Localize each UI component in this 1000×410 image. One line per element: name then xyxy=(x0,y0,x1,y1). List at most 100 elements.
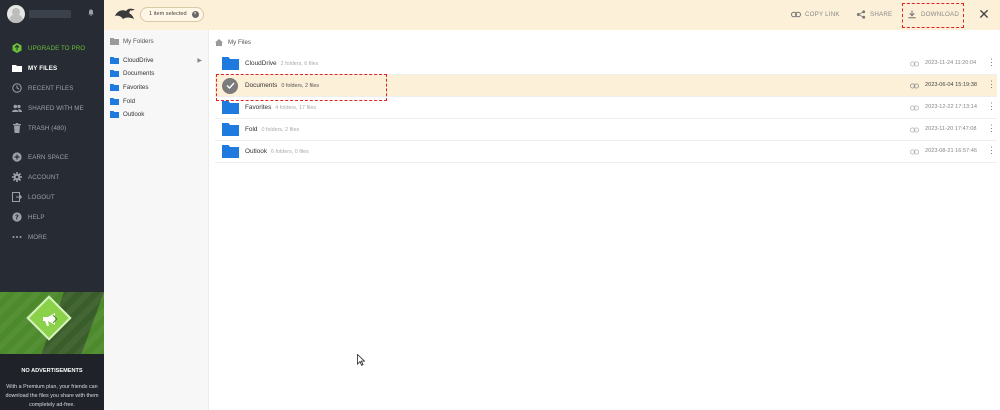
file-meta: 0 folders, 2 files xyxy=(281,82,320,89)
link-icon[interactable] xyxy=(910,83,919,89)
download-button[interactable]: DOWNLOAD xyxy=(907,10,959,19)
file-date: 2023-11-20 17:47:08 xyxy=(925,126,977,132)
file-name: Documents xyxy=(245,82,278,89)
copy-link-button[interactable]: COPY LINK xyxy=(791,10,840,19)
file-row[interactable]: Favorites 4 folders, 17 files 2023-12-22… xyxy=(215,97,997,119)
folder-icon xyxy=(110,57,119,64)
tree-root-my-folders[interactable]: My Folders xyxy=(110,38,154,45)
breadcrumb-label[interactable]: My Files xyxy=(228,39,251,46)
nav-upgrade-to-pro[interactable]: UPGRADE TO PRO xyxy=(0,38,104,58)
help-icon: ? xyxy=(12,212,22,222)
breadcrumb: My Files xyxy=(215,39,251,46)
link-icon[interactable] xyxy=(910,105,919,111)
home-icon[interactable] xyxy=(215,39,223,46)
tree-item-label: Favorites xyxy=(123,84,149,91)
sidebar: UPGRADE TO PRO MY FILES RECENT FILES SHA… xyxy=(0,0,104,410)
nav-label: MORE xyxy=(28,233,47,241)
file-list-panel: My Files CloudDrive 2 folders, 6 files 2… xyxy=(210,30,1000,410)
bell-icon[interactable] xyxy=(88,9,94,16)
tree-item-clouddrive[interactable]: CloudDrive ▶ xyxy=(110,57,206,64)
file-date: 2023-11-24 11:20:04 xyxy=(925,60,977,66)
mouse-cursor-icon xyxy=(357,354,365,366)
tree-item-outlook[interactable]: Outlook xyxy=(110,111,206,118)
nav-label: MY FILES xyxy=(28,64,58,72)
nav-shared-with-me[interactable]: SHARED WITH ME xyxy=(0,98,104,118)
folder-icon xyxy=(110,111,119,118)
file-rows: CloudDrive 2 folders, 6 files 2023-11-24… xyxy=(215,53,997,163)
more-options-icon[interactable]: ⋮ xyxy=(987,146,996,155)
promo-panel[interactable]: NO ADVERTISEMENTS With a Premium plan, y… xyxy=(0,292,104,410)
file-date: 2023-12-22 17:13:14 xyxy=(925,104,977,110)
folder-icon xyxy=(222,145,239,158)
file-date: 2023-08-21 16:57:46 xyxy=(925,148,977,154)
more-options-icon[interactable]: ⋮ xyxy=(987,102,996,111)
nav-label: ACCOUNT xyxy=(28,173,60,181)
file-name: Favorites xyxy=(245,104,272,111)
tree-item-documents[interactable]: Documents xyxy=(110,70,206,77)
more-options-icon[interactable]: ⋮ xyxy=(987,80,996,89)
nav-recent-files[interactable]: RECENT FILES xyxy=(0,78,104,98)
file-name: Outlook xyxy=(245,148,268,155)
nav-earn-space[interactable]: EARN SPACE xyxy=(0,147,104,167)
nav-logout[interactable]: LOGOUT xyxy=(0,187,104,207)
more-options-icon[interactable]: ⋮ xyxy=(987,124,996,133)
folder-icon xyxy=(12,63,22,73)
file-name: CloudDrive xyxy=(245,60,277,67)
folder-icon xyxy=(222,123,239,136)
file-row-selected[interactable]: Documents 0 folders, 2 files 2023-06-04 … xyxy=(215,75,997,97)
user-name-redacted xyxy=(29,10,71,18)
svg-text:?: ? xyxy=(15,213,19,221)
file-row[interactable]: Outlook 6 folders, 0 files 2023-08-21 16… xyxy=(215,141,997,163)
avatar[interactable] xyxy=(7,5,25,23)
more-options-icon[interactable]: ⋮ xyxy=(987,58,996,67)
file-row[interactable]: CloudDrive 2 folders, 6 files 2023-11-24… xyxy=(215,53,997,75)
file-row[interactable]: Fold 0 folders, 2 files 2023-11-20 17:47… xyxy=(215,119,997,141)
folder-icon xyxy=(110,70,119,77)
clock-icon xyxy=(12,83,22,93)
nav-account[interactable]: ACCOUNT xyxy=(0,167,104,187)
gear-icon xyxy=(12,172,22,182)
link-icon[interactable] xyxy=(910,127,919,133)
checkmark-icon[interactable] xyxy=(222,77,238,94)
download-icon xyxy=(908,10,916,19)
clear-selection-icon[interactable]: × xyxy=(191,11,199,18)
nav-help[interactable]: ? HELP xyxy=(0,207,104,227)
folder-icon xyxy=(110,84,119,91)
tree-item-label: Fold xyxy=(123,98,136,105)
nav-my-files[interactable]: MY FILES xyxy=(0,58,104,78)
share-button[interactable]: SHARE xyxy=(856,10,892,19)
folder-icon xyxy=(222,57,239,70)
selection-count-label: 1 item selected xyxy=(149,11,187,17)
file-meta: 2 folders, 6 files xyxy=(280,60,319,67)
nav-label: TRASH (480) xyxy=(28,124,67,132)
tree-item-label: Documents xyxy=(123,70,155,77)
selection-count-pill[interactable]: 1 item selected × xyxy=(140,7,204,22)
tree-item-favorites[interactable]: Favorites xyxy=(110,84,206,91)
copy-link-label: COPY LINK xyxy=(805,11,840,18)
tree-item-fold[interactable]: Fold xyxy=(110,98,206,105)
more-icon xyxy=(12,232,22,242)
nav-label: HELP xyxy=(28,213,45,221)
file-meta: 0 folders, 2 files xyxy=(261,126,300,133)
close-icon[interactable]: ✕ xyxy=(977,7,991,21)
users-icon xyxy=(12,103,22,113)
link-icon[interactable] xyxy=(910,149,919,155)
file-meta: 6 folders, 0 files xyxy=(271,148,309,155)
promo-title: NO ADVERTISEMENTS xyxy=(21,368,83,374)
logo-icon[interactable] xyxy=(114,7,136,21)
folder-gray-icon xyxy=(110,38,119,45)
tree-root-label: My Folders xyxy=(123,38,154,45)
nav-label: LOGOUT xyxy=(28,193,55,201)
plus-circle-icon xyxy=(12,152,22,162)
folder-icon xyxy=(222,101,239,114)
promo-illustration xyxy=(0,292,104,354)
link-icon[interactable] xyxy=(910,61,919,67)
trash-icon xyxy=(12,123,22,133)
expand-arrow-icon[interactable]: ▶ xyxy=(197,57,202,64)
tree-item-label: CloudDrive xyxy=(123,57,154,64)
nav-trash[interactable]: TRASH (480) xyxy=(0,118,104,138)
nav-more[interactable]: MORE xyxy=(0,227,104,247)
logout-icon xyxy=(12,192,22,202)
pro-icon xyxy=(12,43,22,53)
file-name: Fold xyxy=(245,126,258,133)
